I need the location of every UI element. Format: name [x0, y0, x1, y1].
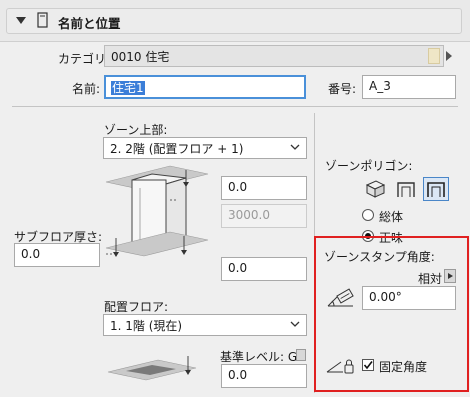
- zone-height-field: 3000.0: [221, 204, 307, 228]
- net-polygon-button[interactable]: [423, 177, 449, 201]
- category-value: 0010 住宅: [111, 50, 170, 64]
- name-field[interactable]: 住宅1: [104, 75, 306, 99]
- subfloor-field[interactable]: 0.0: [14, 243, 100, 267]
- play-arrow-icon: [448, 273, 453, 279]
- relative-toggle[interactable]: [444, 269, 456, 283]
- gross-polygon-icon[interactable]: [393, 177, 419, 201]
- placement-floor-label: 配置フロア:: [104, 300, 169, 314]
- ref-level-arrow-icon[interactable]: [296, 349, 306, 361]
- placement-floor-dropdown[interactable]: 1. 1階 (現在): [103, 314, 307, 336]
- category-color-swatch: [428, 48, 440, 64]
- net-polygon-icon: [427, 182, 445, 197]
- zone-polygon-label: ゾーンポリゴン:: [325, 159, 413, 173]
- collapse-triangle-icon[interactable]: [16, 17, 26, 24]
- radio-gross[interactable]: [362, 209, 374, 221]
- chevron-down-icon: [290, 144, 300, 150]
- stamp-rotation-icon: [327, 288, 354, 307]
- zone-top-dropdown[interactable]: 2. 2階 (配置フロア + 1): [103, 137, 307, 159]
- fixed-angle-lock-icon: [326, 359, 354, 374]
- chevron-down-icon: [290, 321, 300, 327]
- name-value: 住宅1: [111, 81, 145, 95]
- zone-3d-icon[interactable]: [362, 177, 388, 201]
- top-offset-field[interactable]: 0.0: [221, 176, 307, 200]
- zone-stamp-angle-label: ゾーンスタンプ角度:: [324, 250, 435, 264]
- ref-level-label: 基準レベル: GL: [220, 350, 304, 364]
- fixed-angle-checkbox[interactable]: [362, 359, 374, 371]
- zone-height-diagram: [105, 165, 209, 381]
- ref-level-field[interactable]: 0.0: [221, 364, 307, 388]
- section-title: 名前と位置: [58, 16, 121, 31]
- section-divider: [12, 106, 458, 107]
- stamp-angle-field[interactable]: 0.00°: [362, 286, 456, 310]
- category-arrow-icon[interactable]: [446, 51, 452, 61]
- bookmark-icon: [37, 12, 48, 28]
- fixed-angle-label: 固定角度: [379, 360, 428, 374]
- zone-top-value: 2. 2階 (配置フロア + 1): [110, 142, 244, 156]
- radio-gross-label: 総体: [379, 210, 404, 224]
- name-label: 名前:: [72, 82, 101, 96]
- checkmark-icon: [363, 361, 373, 370]
- category-label: カテゴリ:: [58, 52, 111, 66]
- category-combo[interactable]: 0010 住宅: [104, 45, 444, 67]
- number-field[interactable]: A_3: [362, 75, 456, 99]
- bottom-offset-field[interactable]: 0.0: [221, 257, 307, 281]
- relative-label: 相対: [418, 272, 443, 286]
- placement-floor-value: 1. 1階 (現在): [110, 319, 183, 333]
- number-label: 番号:: [328, 82, 357, 96]
- zone-top-label: ゾーン上部:: [104, 123, 168, 137]
